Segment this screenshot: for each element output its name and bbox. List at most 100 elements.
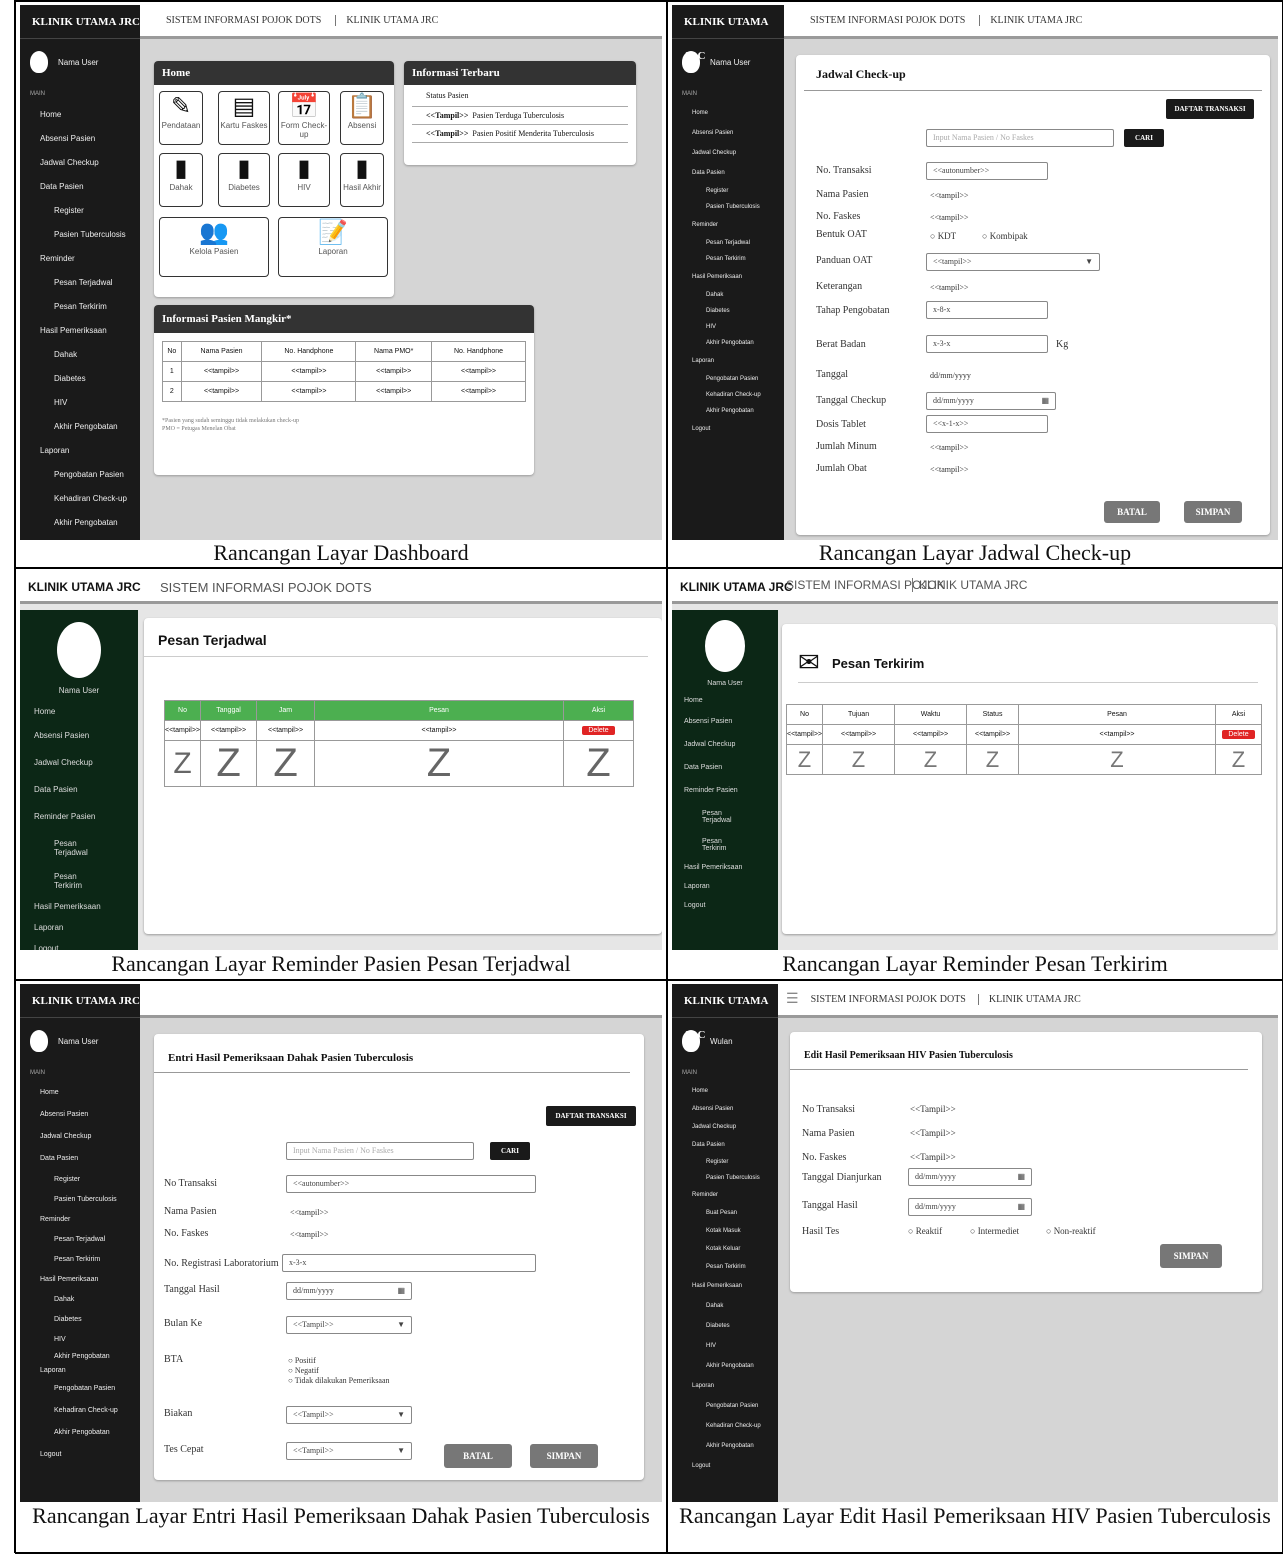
tile-laporan[interactable]: 📝 Laporan xyxy=(278,217,388,277)
tanggal-hasil-input[interactable]: dd/mm/yyyy ▦ xyxy=(908,1198,1032,1216)
tanggal-dianjurkan-input[interactable]: dd/mm/yyyy ▦ xyxy=(908,1168,1032,1186)
nav-kehadiran[interactable]: Kehadiran Check-up xyxy=(20,1400,140,1422)
nav-jadwal[interactable]: Jadwal Checkup xyxy=(672,1118,778,1136)
bulan-ke-select[interactable]: <<Tampil>> ▼ xyxy=(286,1316,412,1334)
nav-terjadwal[interactable]: Pesan Terjadwal xyxy=(672,802,778,832)
nav-akhir-laporan[interactable]: Akhir Pengobatan xyxy=(20,1422,140,1444)
tile-form-checkup[interactable]: 📅 Form Check-up xyxy=(278,91,330,145)
bta-radio-group[interactable]: ○ Positif ○ Negatif ○ Tidak dilakukan Pe… xyxy=(288,1356,390,1386)
nav-akhir[interactable]: Akhir Pengobatan xyxy=(20,415,140,439)
nav-hasil[interactable]: Hasil Pemeriksaan xyxy=(672,858,778,877)
nav-diabetes[interactable]: Diabetes xyxy=(20,1310,140,1330)
nav-jadwal[interactable]: Jadwal Checkup xyxy=(672,733,778,756)
nav-hasil[interactable]: Hasil Pemeriksaan xyxy=(672,1276,778,1296)
nav-pengobatan[interactable]: Pengobatan Pasien xyxy=(672,371,784,387)
nav-hiv[interactable]: HIV xyxy=(20,391,140,415)
nav-terkirim[interactable]: Pesan Terkirim xyxy=(672,1258,778,1276)
nav-laporan[interactable]: Laporan xyxy=(672,351,784,371)
panduan-oat-select[interactable]: <<tampil>> ▼ xyxy=(926,253,1100,271)
nav-reminder[interactable]: Reminder xyxy=(20,247,140,271)
nav-data-pasien[interactable]: Data Pasien xyxy=(20,1148,140,1170)
tile-pendataan[interactable]: ✎ Pendataan xyxy=(159,91,203,145)
nav-kehadiran[interactable]: Kehadiran Check-up xyxy=(20,487,140,511)
simpan-button[interactable]: SIMPAN xyxy=(1184,501,1242,523)
nav-terjadwal[interactable]: Pesan Terjadwal xyxy=(672,235,784,251)
nav-terjadwal[interactable]: Pesan Terjadwal xyxy=(20,1230,140,1250)
nav-register[interactable]: Register xyxy=(20,1170,140,1190)
nav-register[interactable]: Register xyxy=(20,199,140,223)
nav-register[interactable]: Register xyxy=(672,1154,778,1170)
nav-pengobatan[interactable]: Pengobatan Pasien xyxy=(672,1396,778,1416)
user-profile[interactable]: Nama User xyxy=(20,1018,140,1064)
nav-diabetes[interactable]: Diabetes xyxy=(672,1316,778,1336)
nav-laporan[interactable]: Laporan xyxy=(672,877,778,896)
nav-register[interactable]: Register xyxy=(672,183,784,199)
nav-reminder[interactable]: Reminder xyxy=(672,1186,778,1204)
simpan-button[interactable]: SIMPAN xyxy=(530,1444,598,1468)
batal-button[interactable]: BATAL xyxy=(1104,501,1160,523)
nav-logout[interactable]: Logout xyxy=(672,896,778,915)
nav-laporan[interactable]: Laporan xyxy=(20,1364,140,1378)
tile-kartu-faskes[interactable]: ▤ Kartu Faskes xyxy=(218,91,270,145)
search-input[interactable]: Input Nama Pasien / No Faskes xyxy=(286,1142,474,1160)
nav-akhir[interactable]: Akhir Pengobatan xyxy=(672,335,784,351)
nav-kehadiran[interactable]: Kehadiran Check-up xyxy=(672,387,784,403)
tanggal-checkup-input[interactable]: dd/mm/yyyy ▦ xyxy=(926,392,1056,410)
tile-hiv[interactable]: ▮ HIV xyxy=(278,153,330,207)
nav-absensi[interactable]: Absensi Pasien xyxy=(672,710,778,733)
nav-logout[interactable]: Logout xyxy=(672,1456,778,1476)
nav-dahak[interactable]: Dahak xyxy=(20,343,140,367)
nav-home[interactable]: Home xyxy=(672,103,784,123)
nav-diabetes[interactable]: Diabetes xyxy=(672,303,784,319)
berat-input[interactable]: x-3-x xyxy=(926,335,1048,353)
nav-data-pasien[interactable]: Data Pasien xyxy=(20,776,138,803)
tile-absensi[interactable]: 📋 Absensi xyxy=(340,91,384,145)
daftar-transaksi-button[interactable]: DAFTAR TRANSAKSI xyxy=(546,1106,636,1126)
biakan-select[interactable]: <<Tampil>> ▼ xyxy=(286,1406,412,1424)
nav-home[interactable]: Home xyxy=(20,103,140,127)
calendar-icon[interactable]: ▦ xyxy=(1017,1199,1025,1215)
tile-kelola-pasien[interactable]: 👥 Kelola Pasien xyxy=(159,217,269,277)
delete-button[interactable]: Delete xyxy=(582,726,615,735)
calendar-icon[interactable]: ▦ xyxy=(1041,393,1049,409)
nav-reminder[interactable]: Reminder xyxy=(20,1210,140,1230)
tanggal-hasil-input[interactable]: dd/mm/yyyy ▦ xyxy=(286,1282,412,1300)
nav-jadwal[interactable]: Jadwal Checkup xyxy=(20,1126,140,1148)
nav-hiv[interactable]: HIV xyxy=(672,319,784,335)
no-transaksi-input[interactable]: <<autonumber>> xyxy=(286,1175,536,1193)
nav-kotak-keluar[interactable]: Kotak Keluar xyxy=(672,1240,778,1258)
nav-dahak[interactable]: Dahak xyxy=(20,1290,140,1310)
nav-pasien-tb[interactable]: Pasien Tuberculosis xyxy=(672,1170,778,1186)
nav-pasien-tb[interactable]: Pasien Tuberculosis xyxy=(672,199,784,215)
nav-hasil[interactable]: Hasil Pemeriksaan xyxy=(672,267,784,287)
nav-kehadiran[interactable]: Kehadiran Check-up xyxy=(672,1416,778,1436)
delete-button[interactable]: Delete xyxy=(1222,730,1255,739)
calendar-icon[interactable]: ▦ xyxy=(397,1283,405,1299)
cari-button[interactable]: CARI xyxy=(1124,129,1164,147)
nav-logout[interactable]: Logout xyxy=(672,419,784,439)
menu-icon[interactable]: ☰ xyxy=(786,991,799,1008)
radio-negatif[interactable]: ○ Negatif xyxy=(288,1366,390,1376)
nav-akhir[interactable]: Akhir Pengobatan xyxy=(20,1350,140,1364)
nav-absensi[interactable]: Absensi Pasien xyxy=(20,1104,140,1126)
nav-logout[interactable]: Logout xyxy=(20,938,138,950)
nav-dahak[interactable]: Dahak xyxy=(672,287,784,303)
tahap-input[interactable]: x-8-x xyxy=(926,301,1048,319)
tile-diabetes[interactable]: ▮ Diabetes xyxy=(218,153,270,207)
radio-kombipak[interactable]: ○ Kombipak xyxy=(982,231,1028,241)
nav-kotak-masuk[interactable]: Kotak Masuk xyxy=(672,1222,778,1240)
no-transaksi-input[interactable]: <<autonumber>> xyxy=(926,162,1048,180)
simpan-button[interactable]: SIMPAN xyxy=(1160,1244,1222,1268)
nav-hasil[interactable]: Hasil Pemeriksaan xyxy=(20,319,140,343)
nav-home[interactable]: Home xyxy=(672,1082,778,1100)
search-input[interactable]: Input Nama Pasien / No Faskes xyxy=(926,129,1114,147)
radio-tidak[interactable]: ○ Tidak dilakukan Pemeriksaan xyxy=(288,1376,390,1386)
nav-home[interactable]: Home xyxy=(672,691,778,710)
radio-intermediet[interactable]: ○ Intermediet xyxy=(970,1226,1019,1236)
nav-jadwal[interactable]: Jadwal Checkup xyxy=(20,151,140,175)
nav-hiv[interactable]: HIV xyxy=(672,1336,778,1356)
batal-button[interactable]: BATAL xyxy=(444,1444,512,1468)
daftar-transaksi-button[interactable]: DAFTAR TRANSAKSI xyxy=(1166,99,1254,119)
no-reg-lab-input[interactable]: x-3-x xyxy=(282,1254,536,1272)
nav-laporan[interactable]: Laporan xyxy=(20,917,138,938)
